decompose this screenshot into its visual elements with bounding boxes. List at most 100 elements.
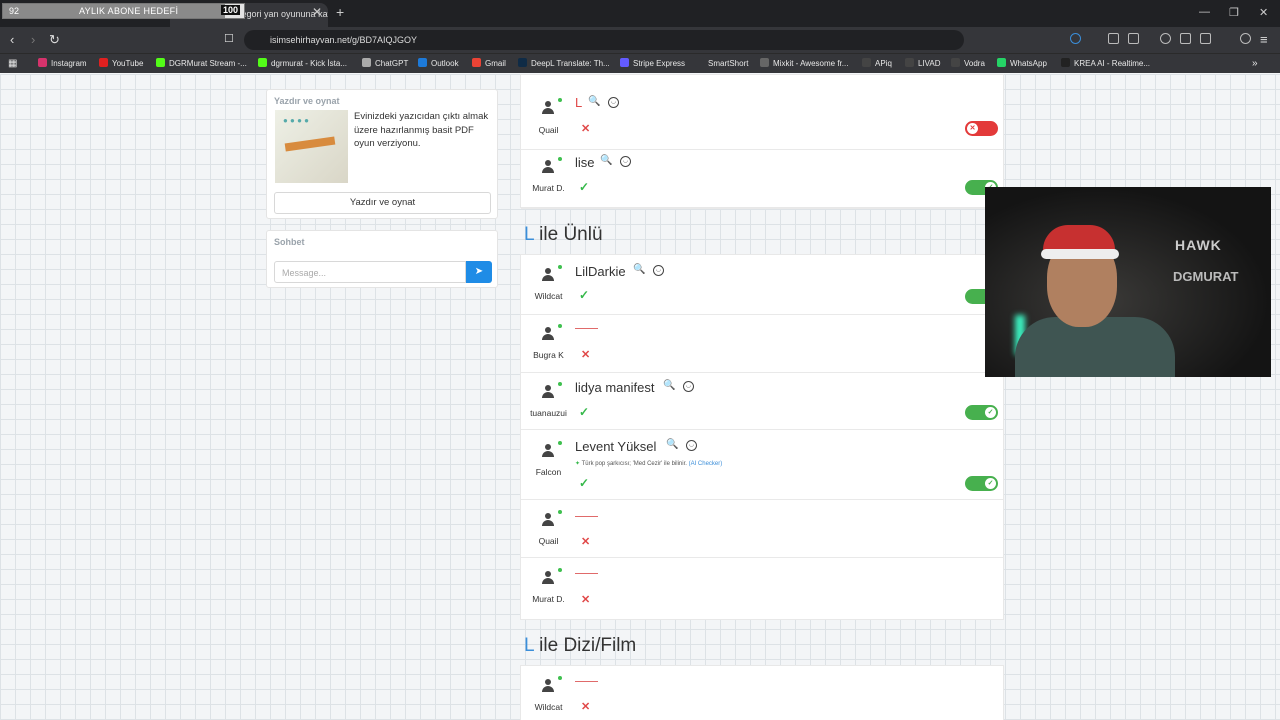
address-bar[interactable]: isimsehirhayvan.net/g/BD7AIQJGOY bbox=[244, 30, 964, 50]
answer-text: Levent Yüksel bbox=[575, 439, 657, 454]
answer-toggle[interactable]: ✕ bbox=[965, 121, 998, 136]
answer-toggle[interactable]: ✓ bbox=[965, 405, 998, 420]
bookmark-kick[interactable]: dgrmurat - Kick İsta... bbox=[258, 58, 347, 68]
webcam-brand-text: HAWK bbox=[1175, 237, 1222, 253]
online-indicator bbox=[558, 265, 562, 269]
bookmark-label: KREA AI - Realtime... bbox=[1074, 59, 1151, 68]
bookmark-livad[interactable]: LIVAD bbox=[905, 58, 941, 68]
search-icon[interactable]: 🔍 bbox=[633, 264, 645, 275]
answer-row: Wildcat ✕ bbox=[521, 666, 1003, 720]
wallet-icon[interactable] bbox=[1200, 33, 1211, 44]
answer-row: Quail L 🔍 ◡ ✕ ✕ bbox=[521, 75, 1003, 150]
extension-icon[interactable] bbox=[1070, 33, 1081, 44]
deepl-icon bbox=[518, 58, 527, 67]
bookmark-label: ChatGPT bbox=[375, 59, 409, 68]
santa-hat-rim bbox=[1041, 249, 1119, 259]
menu-icon[interactable]: ≡ bbox=[1260, 32, 1268, 47]
search-icon[interactable]: 🔍 bbox=[588, 96, 600, 107]
forward-icon[interactable]: › bbox=[31, 32, 35, 47]
avatar bbox=[541, 98, 562, 115]
bookmark-apiq[interactable]: APiq bbox=[862, 58, 892, 68]
player-name: Falcon bbox=[535, 467, 562, 477]
window-close-icon[interactable]: ✕ bbox=[1259, 6, 1268, 19]
bookmark-deepl[interactable]: DeepL Translate: Th... bbox=[518, 58, 610, 68]
category-name: ile Dizi/Film bbox=[539, 635, 637, 656]
search-icon[interactable]: 🔍 bbox=[600, 155, 612, 166]
bookmark-icon[interactable]: ☐ bbox=[224, 32, 234, 45]
browser-tab-strip: Kategori yan oyununa katıl 92 AYLIK ABON… bbox=[0, 0, 1280, 27]
bookmark-gmail[interactable]: Gmail bbox=[472, 58, 506, 68]
livad-icon bbox=[905, 58, 914, 67]
sidebar-icon[interactable] bbox=[1180, 33, 1191, 44]
new-tab-icon[interactable]: + bbox=[336, 4, 344, 20]
url-text: isimsehirhayvan.net/g/BD7AIQJGOY bbox=[270, 35, 418, 45]
reload-icon[interactable]: ↻ bbox=[49, 32, 60, 48]
valid-check-icon: ✓ bbox=[579, 180, 590, 194]
valid-check-icon: ✓ bbox=[579, 288, 590, 302]
print-and-play-button[interactable]: Yazdır ve oynat bbox=[274, 192, 491, 214]
bookmark-vodra[interactable]: Vodra bbox=[951, 58, 985, 68]
answer-toggle[interactable]: ✓ bbox=[965, 476, 998, 491]
vote-icon[interactable]: ◡ bbox=[620, 156, 631, 167]
send-message-button[interactable]: ➤ bbox=[466, 261, 492, 283]
bookmark-smartshort[interactable]: SmartShort bbox=[695, 58, 748, 68]
vote-icon[interactable]: ◡ bbox=[608, 97, 619, 108]
maximize-icon[interactable]: ❐ bbox=[1229, 6, 1239, 19]
bookmark-instagram[interactable]: Instagram bbox=[38, 58, 87, 68]
answer-row: Bugra K ✕ bbox=[521, 315, 1003, 373]
subscriber-goal-target: 100 bbox=[220, 5, 240, 15]
minimize-icon[interactable]: — bbox=[1199, 6, 1210, 18]
shield-icon[interactable] bbox=[1240, 33, 1251, 44]
youtube-icon bbox=[99, 58, 108, 67]
vote-icon[interactable]: ◡ bbox=[686, 440, 697, 451]
player-name: tuanauzui bbox=[530, 408, 567, 418]
vote-icon[interactable]: ◡ bbox=[683, 381, 694, 392]
bookmark-label: Stripe Express bbox=[633, 59, 686, 68]
extensions-icon[interactable] bbox=[1108, 33, 1119, 44]
vodra-icon bbox=[951, 58, 960, 67]
more-bookmarks-icon[interactable]: » bbox=[1252, 58, 1258, 69]
print-card-title: Yazdır ve oynat bbox=[274, 96, 340, 106]
avatar bbox=[541, 510, 562, 527]
valid-check-icon: ✓ bbox=[579, 476, 590, 490]
bookmark-mixkit[interactable]: Mixkit - Awesome fr... bbox=[760, 58, 848, 68]
answer-text: lise bbox=[575, 155, 595, 170]
media-icon[interactable] bbox=[1160, 33, 1171, 44]
answers-block-unlu: Wildcat LilDarkie 🔍 ◡ ✓ ✓ Bugra K ✕ tuan… bbox=[520, 254, 1004, 620]
category-letter: L bbox=[524, 224, 534, 245]
bookmark-youtube[interactable]: YouTube bbox=[99, 58, 143, 68]
screenshot-icon[interactable] bbox=[1128, 33, 1139, 44]
bookmark-label: YouTube bbox=[112, 59, 144, 68]
bookmark-outlook[interactable]: Outlook bbox=[418, 58, 459, 68]
search-icon[interactable]: 🔍 bbox=[663, 380, 675, 391]
answer-row: Falcon Levent Yüksel 🔍 ◡ ✦ Türk pop şark… bbox=[521, 430, 1003, 500]
answer-row: Murat D. ✕ bbox=[521, 558, 1003, 620]
bookmark-stripe[interactable]: Stripe Express bbox=[620, 58, 685, 68]
bookmark-dgrmurat-stream[interactable]: DGRMurat Stream -... bbox=[156, 58, 247, 68]
invalid-icon: ✕ bbox=[581, 594, 591, 606]
bookmark-label: Outlook bbox=[431, 59, 459, 68]
online-indicator bbox=[558, 510, 562, 514]
invalid-icon: ✕ bbox=[581, 701, 591, 713]
bookmark-whatsapp[interactable]: WhatsApp bbox=[997, 58, 1047, 68]
invalid-icon: ✕ bbox=[581, 349, 591, 361]
player-name: Wildcat bbox=[534, 702, 563, 712]
chat-title: Sohbet bbox=[274, 237, 305, 247]
bookmark-chatgpt[interactable]: ChatGPT bbox=[362, 58, 408, 68]
close-tab-icon[interactable]: ✕ bbox=[312, 5, 322, 19]
online-indicator bbox=[558, 382, 562, 386]
avatar bbox=[541, 265, 562, 282]
answer-row: Wildcat LilDarkie 🔍 ◡ ✓ ✓ bbox=[521, 255, 1003, 315]
apps-grid-icon[interactable]: ▦ bbox=[8, 58, 17, 69]
search-icon[interactable]: 🔍 bbox=[666, 439, 678, 450]
back-icon[interactable]: ‹ bbox=[10, 32, 14, 47]
bookmark-krea[interactable]: KREA AI - Realtime... bbox=[1061, 58, 1150, 68]
mixkit-icon bbox=[760, 58, 769, 67]
bookmark-label: Instagram bbox=[51, 59, 87, 68]
online-indicator bbox=[558, 676, 562, 680]
vote-icon[interactable]: ◡ bbox=[653, 265, 664, 276]
kick-icon bbox=[258, 58, 267, 67]
toggle-x-icon: ✕ bbox=[967, 123, 978, 134]
chat-message-input[interactable]: Message... bbox=[274, 261, 466, 283]
ai-checker-link[interactable]: (AI Checker) bbox=[689, 461, 723, 467]
